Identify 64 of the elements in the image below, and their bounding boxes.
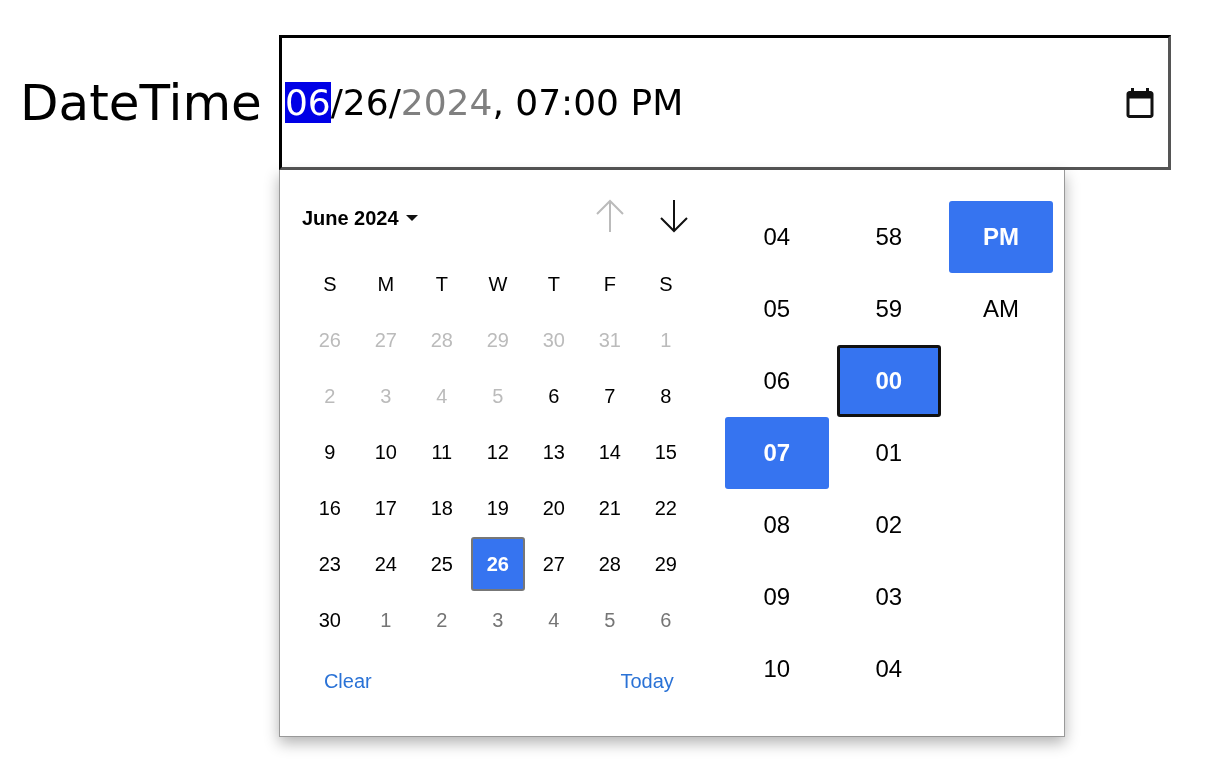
calendar-day[interactable]: 22: [637, 480, 694, 536]
calendar-day[interactable]: 29: [637, 536, 694, 592]
calendar-day[interactable]: 17: [357, 480, 414, 536]
time-option[interactable]: 02: [836, 489, 941, 561]
date-segment[interactable]: 06: [284, 82, 331, 123]
calendar-day[interactable]: 13: [525, 424, 582, 480]
calendar-day[interactable]: 1: [357, 592, 414, 648]
calendar-day[interactable]: 7: [581, 368, 638, 424]
today-link[interactable]: Today: [620, 670, 674, 693]
calendar-day[interactable]: 11: [413, 424, 470, 480]
time-option[interactable]: 04: [724, 201, 829, 273]
time-option[interactable]: 07: [724, 417, 829, 489]
time-option[interactable]: 58: [836, 201, 941, 273]
calendar-day[interactable]: 26: [470, 537, 525, 591]
time-option[interactable]: 08: [724, 489, 829, 561]
weekday-label: W: [487, 271, 509, 297]
calendar-day[interactable]: 5: [581, 592, 638, 648]
time-option[interactable]: AM: [948, 273, 1053, 345]
calendar-day[interactable]: 9: [301, 424, 358, 480]
calendar-day[interactable]: 16: [301, 480, 358, 536]
calendar-day[interactable]: 30: [301, 592, 358, 648]
time-option[interactable]: 06: [724, 345, 829, 417]
calendar-day[interactable]: 25: [413, 536, 470, 592]
calendar-day[interactable]: 4: [525, 592, 582, 648]
calendar-day[interactable]: 2: [413, 592, 470, 648]
time-option[interactable]: 00: [836, 345, 941, 417]
clear-link[interactable]: Clear: [323, 670, 372, 693]
date-segment[interactable]: 2024: [400, 82, 493, 123]
weekday-label: T: [434, 271, 449, 297]
date-segment[interactable]: /26/: [330, 82, 401, 123]
month-dropdown[interactable]: June 2024: [301, 206, 566, 230]
calendar-day[interactable]: 6: [637, 592, 694, 648]
calendar-day[interactable]: 12: [469, 424, 526, 480]
calendar-day[interactable]: 3: [469, 592, 526, 648]
datetime-field[interactable]: 06/26/2024, 07:00 PM: [278, 35, 1171, 170]
date-segment[interactable]: , 07:00 PM: [492, 82, 684, 123]
calendar-day[interactable]: 23: [301, 536, 358, 592]
weekday-label: S: [322, 271, 338, 297]
field-label: DateTime: [20, 72, 262, 134]
time-option[interactable]: 05: [724, 273, 829, 345]
weekday-label: S: [658, 271, 674, 297]
time-option[interactable]: 09: [724, 561, 829, 633]
calendar-day[interactable]: 24: [357, 536, 414, 592]
calendar-day[interactable]: 21: [581, 480, 638, 536]
calendar-day[interactable]: 10: [357, 424, 414, 480]
weekday-label: M: [376, 271, 396, 297]
time-option[interactable]: 10: [724, 633, 829, 705]
calendar-day[interactable]: 14: [581, 424, 638, 480]
calendar-day[interactable]: 20: [525, 480, 582, 536]
calendar-day[interactable]: 6: [525, 368, 582, 424]
calendar-day[interactable]: 28: [581, 536, 638, 592]
calendar-day[interactable]: 15: [637, 424, 694, 480]
caret-icon: [404, 214, 419, 222]
weekday-label: T: [546, 271, 561, 297]
time-option[interactable]: 04: [836, 633, 941, 705]
time-option[interactable]: PM: [948, 201, 1053, 273]
time-option[interactable]: 03: [836, 561, 941, 633]
time-option[interactable]: 59: [836, 273, 941, 345]
weekday-label: F: [602, 271, 617, 297]
calendar-day[interactable]: 8: [637, 368, 694, 424]
calendar-day[interactable]: 27: [525, 536, 582, 592]
calendar-day[interactable]: 19: [469, 480, 526, 536]
calendar-day[interactable]: 18: [413, 480, 470, 536]
time-option[interactable]: 01: [836, 417, 941, 489]
